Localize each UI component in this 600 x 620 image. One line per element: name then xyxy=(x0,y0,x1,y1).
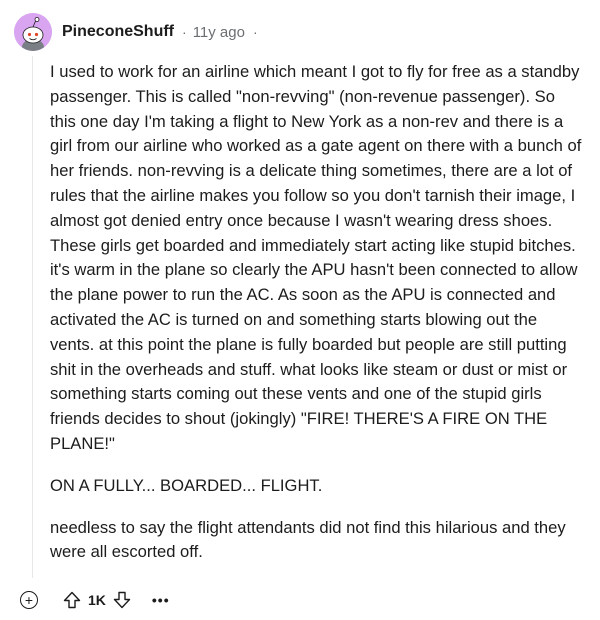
comment-paragraph: ON A FULLY... BOARDED... FLIGHT. xyxy=(50,475,323,495)
ellipsis-icon[interactable]: ••• xyxy=(152,592,170,608)
comment-paragraph: I used to work for an airline which mean… xyxy=(50,62,582,453)
meta-separator-trailing: · xyxy=(252,24,258,40)
downvote-button[interactable] xyxy=(110,588,134,612)
meta-separator: · xyxy=(182,24,187,40)
vote-score: 1K xyxy=(88,592,106,608)
comment-age[interactable]: 11y ago xyxy=(193,24,245,41)
comment-paragraph: needless to say the flight attendants di… xyxy=(50,517,566,562)
upvote-button[interactable] xyxy=(60,588,84,612)
comment: PineconeShuff · 11y ago · I used to work… xyxy=(0,0,600,620)
arrow-up-icon xyxy=(63,591,81,609)
snoo-avatar-icon[interactable] xyxy=(14,13,52,51)
comment-author[interactable]: PineconeShuff xyxy=(62,23,174,41)
thread-line[interactable] xyxy=(32,56,33,578)
comment-actions: + 1K ••• xyxy=(20,588,170,612)
comment-header: PineconeShuff · 11y ago · xyxy=(14,12,258,52)
plus-circle-icon[interactable]: + xyxy=(20,591,38,609)
comment-body: I used to work for an airline which mean… xyxy=(50,60,585,582)
arrow-down-icon xyxy=(113,591,131,609)
